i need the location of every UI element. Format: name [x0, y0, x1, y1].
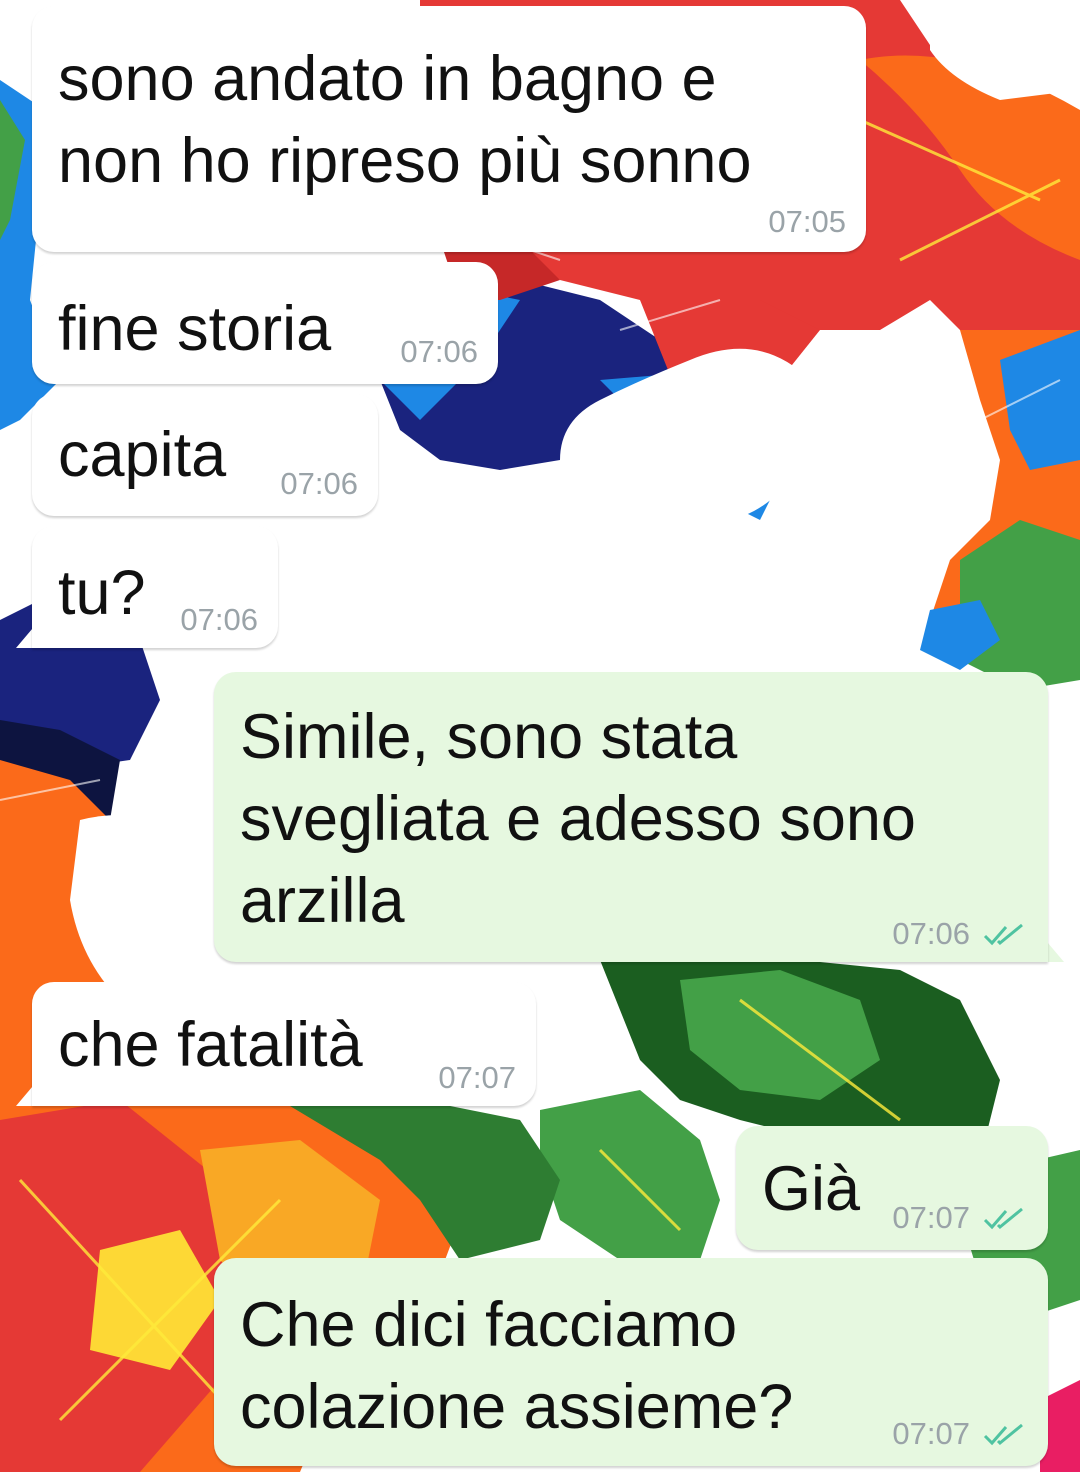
message-bubble-outgoing[interactable]: Già 07:07	[736, 1126, 1048, 1250]
message-bubble-outgoing[interactable]: Simile, sono stata svegliata e adesso so…	[214, 672, 1048, 962]
message-text-line: Già	[762, 1154, 861, 1224]
message-timestamp: 07:07	[892, 1200, 970, 1235]
message-text-line: capita	[58, 420, 227, 490]
double-check-icon	[983, 923, 1023, 946]
message-timestamp: 07:07	[892, 1416, 970, 1451]
message-text-line: sono andato in bagno e	[58, 44, 717, 114]
message-text-line: svegliata e adesso sono	[240, 784, 916, 854]
chat-screen: sono andato in bagno e non ho ripreso pi…	[0, 0, 1080, 1472]
message-timestamp: 07:06	[892, 916, 970, 951]
message-timestamp: 07:05	[768, 204, 846, 239]
message-bubble-incoming[interactable]: tu? 07:06	[32, 526, 278, 648]
message-bubble-incoming[interactable]: capita 07:06	[32, 394, 378, 516]
message-timestamp: 07:06	[280, 466, 358, 501]
message-text-line: non ho ripreso più sonno	[58, 126, 752, 196]
double-check-icon	[983, 1423, 1023, 1446]
message-text-line: Simile, sono stata	[240, 702, 738, 772]
message-bubble-incoming[interactable]: fine storia 07:06	[32, 262, 498, 384]
double-check-icon	[983, 1207, 1023, 1230]
message-text-line: arzilla	[240, 866, 405, 936]
message-text-line: colazione assieme?	[240, 1372, 794, 1442]
message-text-line: tu?	[58, 558, 146, 628]
message-text-line: che fatalità	[58, 1010, 363, 1080]
message-bubble-incoming[interactable]: sono andato in bagno e non ho ripreso pi…	[32, 6, 866, 252]
message-text-line: Che dici facciamo	[240, 1290, 738, 1360]
message-bubble-outgoing[interactable]: Che dici facciamo colazione assieme? 07:…	[214, 1258, 1048, 1466]
message-timestamp: 07:06	[180, 602, 258, 637]
message-timestamp: 07:07	[438, 1060, 516, 1095]
message-timestamp: 07:06	[400, 334, 478, 369]
message-bubble-incoming[interactable]: che fatalità 07:07	[32, 982, 536, 1106]
message-text-line: fine storia	[58, 294, 332, 364]
